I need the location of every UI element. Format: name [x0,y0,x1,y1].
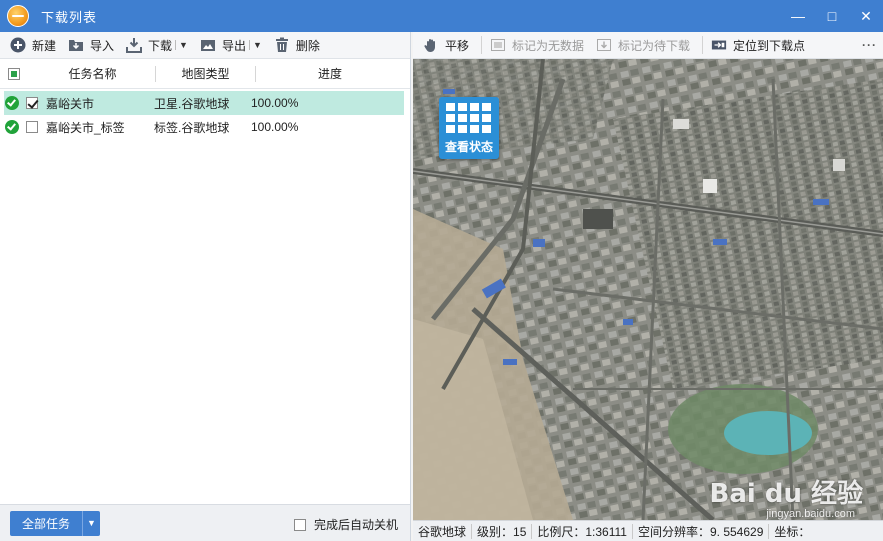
zoom-level: 级别：15 [472,523,533,539]
chevron-down-icon[interactable]: ▼ [248,40,262,50]
coordinate-readout: 坐标： [774,524,811,539]
baidu-watermark: Bai du 经验 jingyan.baidu.com [709,473,864,520]
chevron-down-icon[interactable]: ▼ [82,510,100,536]
toolbar-divider [481,36,483,54]
satellite-map[interactable]: 查看状态 Bai du 经验 jingyan.baidu.com [413,59,883,520]
app-logo-icon [7,5,29,27]
hand-pan-icon [423,37,439,53]
more-options-icon[interactable]: ··· [862,38,877,52]
left-toolbar: 新建 导入 下载 ▼ 导出 ▼ 删除 [0,32,410,59]
grid-icon [446,103,491,133]
export-button[interactable]: 导出 ▼ [196,34,266,56]
plus-circle-icon [10,37,26,53]
window-title: 下载列表 [41,9,98,25]
all-tasks-button[interactable]: 全部任务 ▼ [10,510,100,536]
delete-button[interactable]: 删除 [270,34,324,56]
task-name: 嘉峪关市 [46,96,95,111]
auto-shutdown-checkbox[interactable] [293,518,306,531]
download-icon [126,37,143,53]
new-button[interactable]: 新建 [6,34,60,56]
view-status-button[interactable]: 查看状态 [439,97,499,159]
mark-no-data-label: 标记为无数据 [512,38,585,53]
locate-download-button[interactable]: 定位到下载点 [707,34,809,56]
success-check-icon [5,96,19,110]
maximize-button[interactable]: □ [815,0,849,32]
auto-shutdown-label: 完成后自动关机 [313,518,398,532]
table-row[interactable]: 嘉峪关市_标签 标签.谷歌地球 100.00% [4,115,404,139]
delete-label: 删除 [295,38,320,53]
task-list: 嘉峪关市 卫星.谷歌地球 100.00% 嘉峪关市_标签 标签.谷歌地球 100… [0,91,410,139]
task-name: 嘉峪关市_标签 [46,120,125,135]
progress-value: 100.00% [251,120,299,134]
pan-label: 平移 [445,38,470,53]
table-row[interactable]: 嘉峪关市 卫星.谷歌地球 100.00% [4,91,404,115]
locate-arrow-icon [711,37,727,53]
mark-pending-button[interactable]: 标记为待下载 [592,34,694,56]
success-check-icon [5,120,19,134]
chevron-down-icon[interactable]: ▼ [175,40,188,50]
all-tasks-label: 全部任务 [21,516,70,531]
view-status-label: 查看状态 [444,140,493,154]
download-button[interactable]: 下载 ▼ [122,34,192,56]
import-folder-icon [68,37,84,53]
map-toolbar: 平移 标记为无数据 标记为待下载 定位到下载点 ··· [413,32,883,59]
select-all-checkbox[interactable] [8,67,20,80]
trash-icon [274,37,290,53]
import-button[interactable]: 导入 [64,34,118,56]
locate-label: 定位到下载点 [733,38,806,53]
auto-shutdown-option[interactable]: 完成后自动关机 [293,516,398,533]
progress-value: 100.00% [251,96,299,110]
map-scale: 比例尺：1:36111 [532,523,633,539]
task-list-pane: 新建 导入 下载 ▼ 导出 ▼ 删除 任务名称 地图类型 进度 嘉峪关市 卫星.… [0,32,411,541]
export-label: 导出 [221,38,246,53]
row-checkbox[interactable] [26,97,38,109]
map-type: 卫星.谷歌地球 [154,96,230,111]
watermark-brand: Bai du 经验 [709,479,864,509]
map-source: 谷歌地球 [413,523,473,539]
download-label: 下载 [148,38,173,53]
export-image-icon [200,37,216,53]
table-header: 任务名称 地图类型 进度 [0,59,410,89]
close-button[interactable]: ✕ [849,0,883,32]
minimize-button[interactable]: — [781,0,815,32]
row-checkbox[interactable] [26,121,38,133]
map-status-bar: 谷歌地球 级别：15 比例尺：1:36111 空间分辨率：9. 554629 坐… [413,520,883,541]
header-name[interactable]: 任务名称 [30,65,156,82]
mark-no-data-button[interactable]: 标记为无数据 [486,34,588,56]
header-progress[interactable]: 进度 [256,66,404,82]
map-type: 标签.谷歌地球 [154,120,230,135]
window-controls: — □ ✕ [781,0,883,32]
mark-pending-label: 标记为待下载 [618,38,691,53]
new-label: 新建 [32,38,57,53]
pan-button[interactable]: 平移 [419,34,473,56]
left-footer: 全部任务 ▼ 完成后自动关机 [0,504,410,541]
title-bar: 下载列表 — □ ✕ [0,0,883,32]
watermark-url: jingyan.baidu.com [766,508,855,520]
select-all-checkbox-cell[interactable] [0,66,30,82]
mark-box-icon [490,37,506,53]
spatial-resolution: 空间分辨率：9. 554629 [633,523,770,539]
import-label: 导入 [90,38,115,53]
map-pane: 平移 标记为无数据 标记为待下载 定位到下载点 ··· 查看状态 Bai du … [413,32,883,541]
header-type[interactable]: 地图类型 [156,65,256,82]
mark-download-icon [596,37,612,53]
toolbar-divider [702,36,704,54]
